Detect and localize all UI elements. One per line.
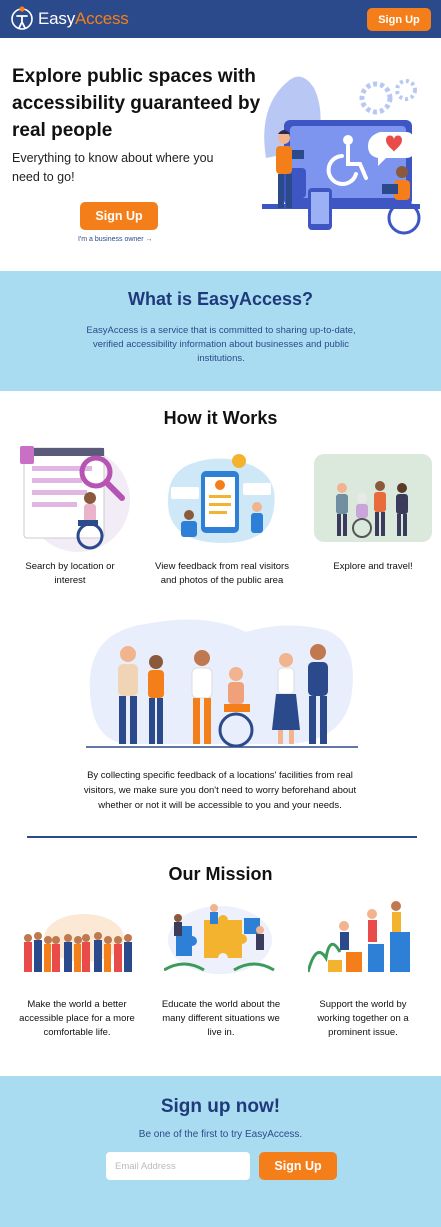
mission-caption-support: Support the world by working together on… <box>317 999 409 1038</box>
mission-caption-accessible: Make the world a better accessible place… <box>19 999 135 1038</box>
hero-subtitle: Everything to know about where you need … <box>12 151 214 184</box>
teamwork-illustration <box>308 901 410 973</box>
search-illustration <box>20 446 130 552</box>
header-signup-button[interactable]: Sign Up <box>367 8 431 31</box>
step-caption-explore: Explore and travel! <box>333 561 413 572</box>
signup-submit-button[interactable]: Sign Up <box>259 1152 337 1180</box>
explore-illustration <box>314 454 432 542</box>
signup-subtitle: Be one of the first to try EasyAccess. <box>138 1129 303 1140</box>
community-illustration <box>86 619 358 748</box>
collect-feedback-text: By collecting specific feedback of a loc… <box>83 770 357 811</box>
hero-illustration <box>262 76 421 235</box>
feedback-illustration <box>168 454 275 543</box>
logo-part-easy: Easy <box>38 9 75 28</box>
logo-text[interactable]: EasyAccess <box>38 9 129 29</box>
step-caption-feedback: View feedback from real visitors and pho… <box>155 561 289 586</box>
crowd-illustration <box>24 914 132 972</box>
business-owner-link[interactable]: I'm a business owner → <box>78 236 152 243</box>
mission-caption-educate: Educate the world about the many differe… <box>161 999 281 1038</box>
hero-signup-button[interactable]: Sign Up <box>80 202 158 230</box>
puzzle-illustration <box>164 904 275 974</box>
accessibility-logo-icon[interactable] <box>11 6 33 32</box>
how-it-works-title: How it Works <box>163 408 278 428</box>
step-caption-search: Search by location or interest <box>25 561 115 586</box>
hero-title: Explore public spaces with accessibility… <box>12 66 261 141</box>
what-is-title: What is EasyAccess? <box>127 289 314 309</box>
logo-part-access: Access <box>75 9 129 28</box>
email-field[interactable] <box>106 1152 250 1180</box>
what-is-text: EasyAccess is a service that is committe… <box>86 325 356 364</box>
section-divider <box>27 836 417 838</box>
mission-title: Our Mission <box>168 864 273 884</box>
signup-title: Sign up now! <box>160 1096 281 1117</box>
